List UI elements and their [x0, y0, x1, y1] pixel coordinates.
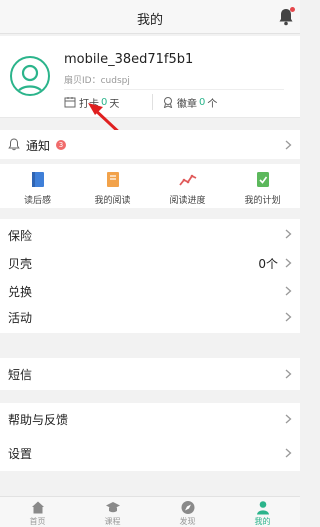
- menu-item-label: 短信: [8, 368, 33, 382]
- plan-icon: [256, 172, 269, 187]
- quick-action-label: 我的计划: [244, 196, 281, 206]
- chevron-right-icon: [285, 312, 292, 322]
- notification-bell-icon: [8, 138, 20, 151]
- checkin-label: 打卡: [79, 98, 99, 110]
- graduation-cap-icon: [105, 502, 120, 513]
- shell-id: 扇贝ID：cudspj: [64, 76, 130, 86]
- chevron-right-icon: [285, 369, 292, 379]
- menu-item-label: 兑换: [8, 285, 33, 299]
- chevron-right-icon: [285, 448, 292, 458]
- menu-item-activities[interactable]: 活动: [0, 307, 300, 333]
- reading-icon: [106, 172, 119, 187]
- tab-me[interactable]: 我的: [225, 497, 300, 527]
- menu-item-label: 贝壳: [8, 257, 33, 271]
- menu-item-label: 保险: [8, 229, 33, 243]
- chevron-right-icon: [285, 258, 292, 268]
- compass-icon: [181, 501, 194, 514]
- tab-label: 我的: [254, 517, 271, 526]
- menu-group-support: 帮助与反馈 设置: [0, 403, 300, 471]
- quick-action-my-reading[interactable]: 我的阅读: [75, 164, 150, 208]
- quick-action-my-plan[interactable]: 我的计划: [225, 164, 300, 208]
- quick-action-reading-progress[interactable]: 阅读进度: [150, 164, 225, 208]
- notification-row[interactable]: 通知 3: [0, 130, 300, 159]
- notification-count-badge: 3: [56, 140, 66, 150]
- tab-label: 首页: [29, 517, 46, 526]
- tab-label: 课程: [104, 517, 121, 526]
- chevron-right-icon: [285, 286, 292, 296]
- badge-label: 徽章: [177, 98, 197, 110]
- bell-icon[interactable]: [278, 7, 295, 26]
- badge-unit: 个: [207, 98, 218, 110]
- menu-group-account: 保险 贝壳 0个 兑换 活动: [0, 219, 300, 333]
- menu-item-shells[interactable]: 贝壳 0个: [0, 249, 300, 279]
- stat-divider: [152, 94, 153, 110]
- menu-item-help-feedback[interactable]: 帮助与反馈: [0, 403, 300, 437]
- username: mobile_38ed71f5b1: [64, 52, 194, 67]
- badge-count: 0: [199, 96, 206, 108]
- tab-courses[interactable]: 课程: [75, 497, 150, 527]
- menu-item-settings[interactable]: 设置: [0, 437, 300, 471]
- profile-card[interactable]: mobile_38ed71f5b1 扇贝ID：cudspj 打卡 0 天 徽章 …: [0, 36, 300, 118]
- quick-action-reflections[interactable]: 读后感: [0, 164, 75, 208]
- menu-item-label: 帮助与反馈: [8, 413, 69, 427]
- menu-item-redeem[interactable]: 兑换: [0, 279, 300, 307]
- divider: [64, 89, 284, 90]
- checkin-count: 0: [101, 96, 108, 108]
- tab-home[interactable]: 首页: [0, 497, 75, 527]
- book-icon: [31, 172, 44, 187]
- tab-label: 发现: [179, 517, 196, 526]
- calendar-icon: [64, 97, 76, 108]
- menu-group-messages: 短信: [0, 358, 300, 390]
- quick-actions: 读后感 我的阅读 阅读进度 我的计划: [0, 164, 300, 208]
- chevron-right-icon: [285, 229, 292, 239]
- menu-item-insurance[interactable]: 保险: [0, 219, 300, 249]
- tab-discover[interactable]: 发现: [150, 497, 225, 527]
- menu-item-sms[interactable]: 短信: [0, 358, 300, 390]
- progress-chart-icon: [178, 174, 196, 186]
- notification-dot: [290, 7, 295, 12]
- top-bar: 我的: [0, 0, 300, 34]
- chevron-right-icon: [285, 140, 292, 150]
- menu-item-label: 活动: [8, 311, 33, 325]
- checkin-unit: 天: [109, 98, 120, 110]
- quick-action-label: 读后感: [23, 196, 51, 206]
- bottom-tab-bar: 首页 课程 发现 我的: [0, 496, 300, 527]
- chevron-right-icon: [285, 414, 292, 424]
- home-icon: [31, 501, 44, 514]
- notification-label: 通知: [26, 139, 51, 153]
- shells-count: 0个: [258, 257, 278, 271]
- user-icon: [256, 501, 269, 515]
- checkin-stat[interactable]: 打卡 0 天: [64, 92, 119, 112]
- quick-action-label: 阅读进度: [169, 196, 206, 206]
- page-title: 我的: [136, 13, 163, 28]
- quick-action-label: 我的阅读: [94, 196, 131, 206]
- menu-item-label: 设置: [8, 447, 33, 461]
- avatar[interactable]: [10, 56, 50, 96]
- badge-stat[interactable]: 徽章 0 个: [162, 92, 217, 112]
- medal-icon: [163, 97, 173, 108]
